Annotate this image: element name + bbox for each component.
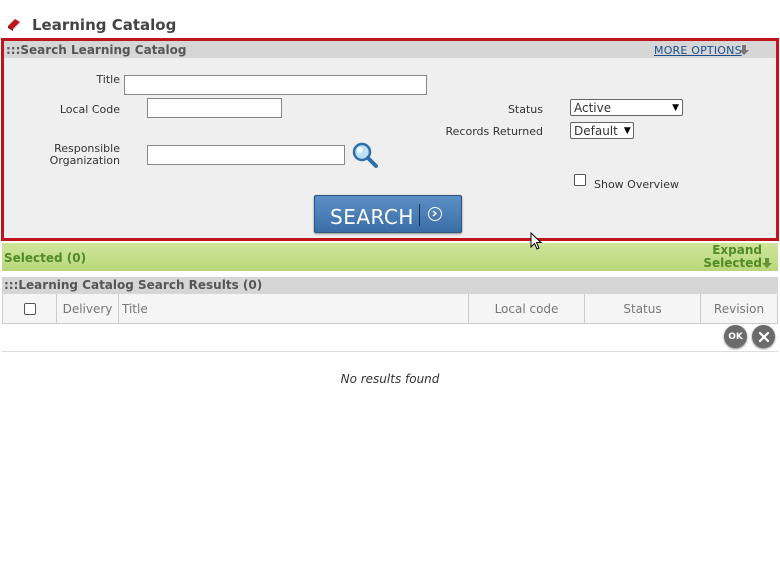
status-value: Active bbox=[574, 100, 612, 115]
search-button-divider bbox=[419, 204, 420, 226]
records-returned-label: Records Returned bbox=[445, 125, 544, 138]
arrow-down-icon[interactable] bbox=[739, 45, 749, 55]
results-table-footer: OK bbox=[2, 323, 778, 352]
show-overview-label: Show Overview bbox=[594, 178, 679, 191]
close-icon bbox=[758, 331, 769, 342]
column-revision[interactable]: Revision bbox=[700, 294, 778, 323]
records-returned-select[interactable]: Default ▼ bbox=[570, 122, 634, 139]
records-returned-value: Default bbox=[574, 123, 618, 138]
responsible-org-input[interactable] bbox=[147, 145, 345, 165]
column-delivery[interactable]: Delivery bbox=[56, 294, 118, 323]
status-select[interactable]: Active ▼ bbox=[570, 99, 683, 116]
status-label: Status bbox=[507, 103, 543, 116]
arrow-down-icon[interactable] bbox=[762, 258, 772, 268]
results-title: :::Learning Catalog Search Results (0) bbox=[4, 278, 263, 292]
local-code-label: Local Code bbox=[59, 103, 120, 116]
title-label: Title bbox=[96, 73, 120, 86]
column-status[interactable]: Status bbox=[584, 294, 700, 323]
selected-count: Selected (0) bbox=[4, 251, 87, 265]
search-panel: :::Search Learning Catalog MORE OPTIONS … bbox=[1, 38, 779, 241]
show-overview-checkbox[interactable] bbox=[574, 174, 586, 186]
ok-button[interactable]: OK bbox=[724, 325, 747, 348]
go-arrow-icon bbox=[428, 207, 442, 221]
local-code-input[interactable] bbox=[147, 98, 282, 118]
chevron-down-icon: ▼ bbox=[672, 102, 679, 113]
column-title[interactable]: Title bbox=[118, 294, 468, 323]
title-input[interactable] bbox=[124, 75, 427, 95]
results-header: :::Learning Catalog Search Results (0) bbox=[2, 277, 778, 294]
column-local-code[interactable]: Local code bbox=[468, 294, 584, 323]
expand-selected-link[interactable]: Expand Selected bbox=[703, 244, 762, 270]
search-button[interactable]: SEARCH bbox=[314, 195, 462, 233]
results-table-header: Delivery Title Local code Status Revisio… bbox=[2, 294, 778, 324]
mouse-cursor-icon bbox=[530, 232, 543, 250]
search-panel-header: :::Search Learning Catalog MORE OPTIONS bbox=[4, 41, 776, 58]
search-panel-title: :::Search Learning Catalog bbox=[6, 43, 187, 57]
responsible-org-label: Responsible Organization bbox=[49, 142, 120, 167]
close-button[interactable] bbox=[752, 325, 775, 348]
selected-bar: Selected (0) Expand Selected bbox=[2, 243, 778, 271]
chevron-down-icon: ▼ bbox=[623, 125, 631, 136]
page-title: Learning Catalog bbox=[32, 16, 177, 34]
book-icon bbox=[8, 19, 20, 31]
select-all-cell bbox=[2, 294, 56, 323]
no-results-message: No results found bbox=[340, 372, 440, 386]
search-icon[interactable] bbox=[351, 141, 379, 169]
select-all-checkbox[interactable] bbox=[23, 302, 36, 315]
search-button-label: SEARCH bbox=[330, 205, 414, 229]
more-options-link[interactable]: MORE OPTIONS bbox=[654, 44, 742, 57]
